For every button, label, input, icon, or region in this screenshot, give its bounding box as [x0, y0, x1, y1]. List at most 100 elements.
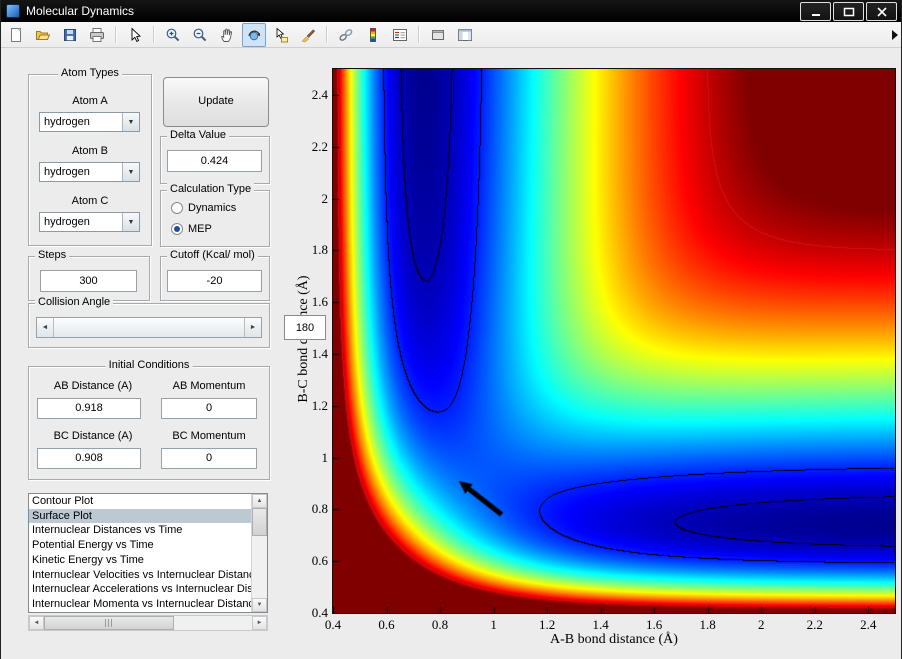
list-item[interactable]: Internuclear Accelerations vs Internucle… [29, 582, 252, 597]
scroll-grip [105, 619, 114, 627]
toolbar-separator [418, 26, 420, 43]
list-item[interactable]: Internuclear Momenta vs Internuclear Dis… [29, 597, 252, 612]
initial-conditions-title: Initial Conditions [106, 359, 193, 371]
initial-conditions-panel: Initial Conditions AB Distance (A) AB Mo… [28, 366, 270, 480]
close-button[interactable] [866, 2, 897, 21]
steps-field[interactable]: 300 [40, 270, 137, 292]
y-tick-label: 1 [294, 450, 328, 466]
list-item[interactable]: Internuclear Distances vs Time [29, 523, 252, 538]
listbox-horizontal-scrollbar[interactable]: ◄ ► [28, 615, 268, 631]
bc-momentum-label: BC Momentum [157, 430, 261, 442]
pan-icon [219, 27, 235, 43]
y-tick-label: 0.6 [294, 553, 328, 569]
list-item[interactable]: Internuclear Velocities vs Internuclear … [29, 568, 252, 583]
save-figure-icon [62, 27, 78, 43]
scroll-up-icon[interactable]: ▲ [252, 494, 267, 508]
x-tick-labels: 0.40.60.811.21.41.61.822.22.4 [333, 617, 895, 633]
atom-c-label: Atom C [29, 195, 151, 207]
pes-plot-axes[interactable] [332, 68, 896, 614]
scroll-down-icon[interactable]: ▼ [252, 598, 267, 612]
ab-momentum-field[interactable]: 0 [161, 398, 257, 419]
collision-angle-slider[interactable]: ◄ ► [36, 317, 262, 338]
radio-button-icon[interactable] [171, 202, 183, 214]
window-icon [6, 4, 20, 18]
new-figure-button[interactable] [4, 23, 28, 47]
hide-plot-tools-icon [430, 27, 446, 43]
atom-b-dropdown[interactable]: hydrogen ▼ [39, 162, 140, 182]
horizontal-scroll-thumb[interactable] [44, 616, 174, 630]
calculation-type-title: Calculation Type [167, 183, 254, 195]
atom-types-panel-title: Atom Types [58, 67, 122, 79]
cutoff-field[interactable]: -20 [167, 270, 262, 292]
x-tick-label: 1.2 [527, 617, 567, 633]
save-figure-button[interactable] [58, 23, 82, 47]
window-border-left [0, 0, 1, 659]
list-item[interactable]: Contour Plot [29, 494, 252, 509]
brush-data-button[interactable] [296, 23, 320, 47]
radio-dynamics[interactable]: Dynamics [171, 201, 236, 215]
data-cursor-button[interactable] [269, 23, 293, 47]
cutoff-title: Cutoff (Kcal/ mol) [167, 249, 258, 261]
calculation-type-panel: Calculation Type Dynamics MEP [160, 190, 270, 247]
slider-left-arrow-icon[interactable]: ◄ [37, 318, 54, 337]
steps-title: Steps [35, 249, 69, 261]
chevron-down-icon[interactable]: ▼ [122, 213, 139, 231]
list-item[interactable]: Surface Plot [29, 509, 252, 524]
slider-right-arrow-icon[interactable]: ► [244, 318, 261, 337]
bc-distance-field[interactable]: 0.908 [37, 448, 141, 469]
bc-momentum-field[interactable]: 0 [161, 448, 257, 469]
data-cursor-icon [273, 27, 289, 43]
toolbar-separator [153, 26, 155, 43]
hide-plot-tools-button[interactable] [426, 23, 450, 47]
zoom-in-button[interactable] [161, 23, 185, 47]
list-item[interactable]: Kinetic Energy vs Time [29, 553, 252, 568]
listbox-vertical-scrollbar[interactable]: ▲ ▼ [251, 494, 267, 612]
ab-distance-label: AB Distance (A) [37, 380, 149, 392]
x-tick-label: 1.4 [581, 617, 621, 633]
atom-a-dropdown[interactable]: hydrogen ▼ [39, 112, 140, 132]
plot-type-listbox[interactable]: Contour PlotSurface PlotInternuclear Dis… [28, 493, 268, 613]
pes-canvas[interactable] [333, 69, 895, 613]
radio-button-icon[interactable] [171, 223, 183, 235]
scroll-left-icon[interactable]: ◄ [29, 616, 44, 630]
edit-plot-button[interactable] [123, 23, 147, 47]
radio-dynamics-label: Dynamics [188, 202, 236, 214]
rotate-3d-icon [246, 27, 262, 43]
toolbar-separator [115, 26, 117, 43]
list-item[interactable]: Potential Energy vs Time [29, 538, 252, 553]
rotate-3d-button[interactable] [242, 23, 266, 47]
toolbar-overflow-button[interactable] [892, 30, 898, 40]
atom-a-value: hydrogen [40, 113, 122, 131]
chevron-down-icon[interactable]: ▼ [122, 163, 139, 181]
title-bar[interactable]: Molecular Dynamics [0, 0, 902, 22]
link-plot-button[interactable] [334, 23, 358, 47]
scroll-right-icon[interactable]: ► [252, 616, 267, 630]
maximize-icon [843, 7, 855, 17]
insert-legend-button[interactable] [388, 23, 412, 47]
open-file-button[interactable] [31, 23, 55, 47]
print-figure-button[interactable] [85, 23, 109, 47]
maximize-button[interactable] [833, 2, 864, 21]
ab-distance-field[interactable]: 0.918 [37, 398, 141, 419]
zoom-out-button[interactable] [188, 23, 212, 47]
window-title: Molecular Dynamics [26, 0, 134, 22]
bc-distance-label: BC Distance (A) [37, 430, 149, 442]
delta-value-field[interactable]: 0.424 [167, 150, 262, 172]
x-tick-label: 1 [474, 617, 514, 633]
minimize-button[interactable] [800, 2, 831, 21]
insert-colorbar-button[interactable] [361, 23, 385, 47]
chevron-down-icon[interactable]: ▼ [122, 113, 139, 131]
new-figure-icon [8, 27, 24, 43]
update-button[interactable]: Update [163, 77, 269, 127]
vertical-scroll-thumb[interactable] [252, 508, 267, 536]
atom-c-value: hydrogen [40, 213, 122, 231]
x-tick-label: 2.2 [795, 617, 835, 633]
atom-c-dropdown[interactable]: hydrogen ▼ [39, 212, 140, 232]
slider-thumb[interactable] [54, 318, 244, 337]
show-plot-tools-button[interactable] [453, 23, 477, 47]
toolbar-separator [326, 26, 328, 43]
collision-angle-title: Collision Angle [35, 296, 113, 308]
pan-button[interactable] [215, 23, 239, 47]
radio-mep[interactable]: MEP [171, 222, 212, 236]
atom-a-label: Atom A [29, 95, 151, 107]
